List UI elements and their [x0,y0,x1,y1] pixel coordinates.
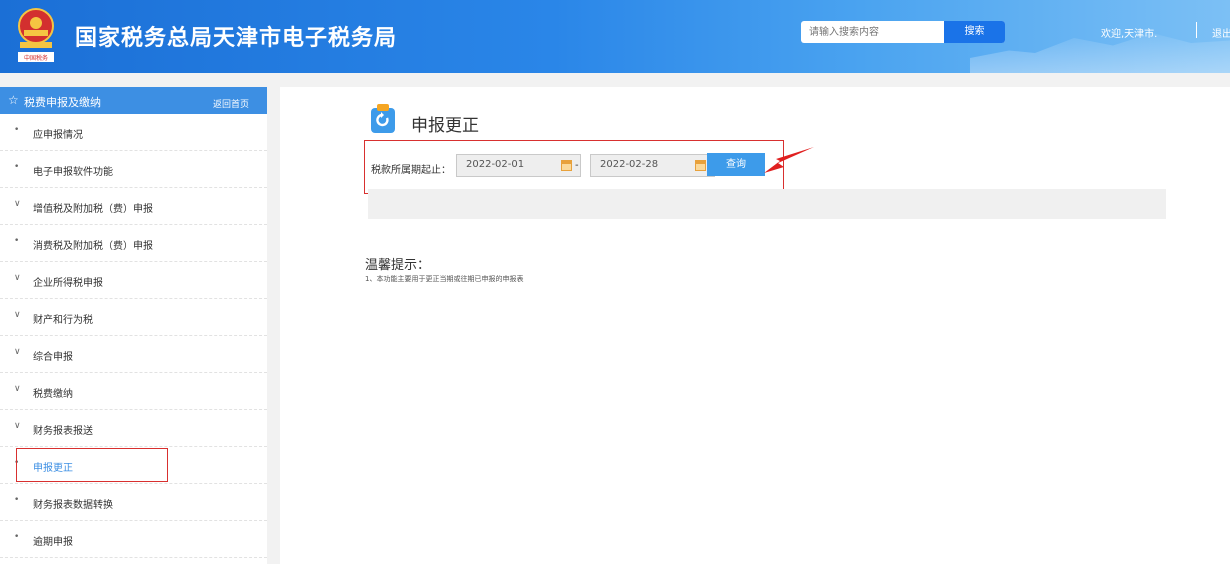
chevron-down-icon: ∨ [14,273,21,283]
sidebar-item-tax-payment[interactable]: ∨ 税费缴纳 [0,373,267,410]
clipboard-refresh-icon [371,104,395,133]
tax-emblem-logo: 中国税务 [18,8,54,62]
calendar-icon[interactable] [695,160,706,171]
sidebar-item-overdue-declaration[interactable]: • 逾期申报 [0,521,267,558]
query-form: 税款所属期起止： 2022-02-01 - 2022-02-28 查询 [364,140,784,194]
main-content: 申报更正 税款所属期起止： 2022-02-01 - 2022-02-28 查询… [280,87,1230,564]
sidebar-title: 税费申报及缴纳 [24,96,101,109]
bullet-icon: • [14,532,20,542]
chevron-down-icon: ∨ [14,421,21,431]
sidebar-item-corporate-income-tax[interactable]: ∨ 企业所得税申报 [0,262,267,299]
sidebar-item-label: 逾期申报 [33,537,73,548]
date-separator: - [575,160,579,171]
query-button[interactable]: 查询 [707,153,765,176]
emblem-caption: 中国税务 [24,54,48,62]
logout-link[interactable]: 退出 [1212,25,1230,40]
sidebar-header: ☆ 税费申报及缴纳 返回首页 [0,87,267,114]
sidebar-item-label: 综合申报 [33,352,73,363]
end-date-value: 2022-02-28 [600,159,659,170]
sidebar-item-declaration-status[interactable]: • 应申报情况 [0,114,267,151]
sidebar-item-label: 财务报表数据转换 [33,500,113,511]
bullet-icon: • [14,125,20,135]
sidebar-item-label: 增值税及附加税（费）申报 [33,204,153,215]
back-home-link[interactable]: 返回首页 [213,97,249,110]
highlight-box [16,448,168,482]
calendar-icon[interactable] [561,160,572,171]
page-title: 申报更正 [411,116,479,136]
period-label: 税款所属期起止： [371,165,451,176]
great-wall-decoration [970,33,1230,73]
sidebar-item-label: 电子申报软件功能 [33,167,113,178]
start-date-value: 2022-02-01 [466,159,525,170]
bullet-icon: • [14,162,20,172]
chevron-down-icon: ∨ [14,384,21,394]
sidebar-item-label: 消费税及附加税（费）申报 [33,241,153,252]
sidebar-item-label: 税费缴纳 [33,389,73,400]
search-button[interactable]: 搜索 [944,21,1005,43]
header-divider [1196,22,1197,38]
welcome-user-link[interactable]: 欢迎,天津市. [1101,25,1157,40]
top-header: 中国税务 国家税务总局天津市电子税务局 搜索 欢迎,天津市. 退出 [0,0,1230,73]
site-title: 国家税务总局天津市电子税务局 [75,26,398,51]
red-arrow-annotation [764,147,814,173]
sidebar-item-vat[interactable]: ∨ 增值税及附加税（费）申报 [0,188,267,225]
sidebar-item-property-behavior-tax[interactable]: ∨ 财产和行为税 [0,299,267,336]
sidebar-item-label: 应申报情况 [33,130,83,141]
sidebar-item-label: 企业所得税申报 [33,278,103,289]
tips-text: 1、本功能主要用于更正当期或往期已申报的申报表 [365,275,524,283]
sidebar-item-comprehensive[interactable]: ∨ 综合申报 [0,336,267,373]
search-box: 搜索 [801,21,1005,43]
sidebar-item-financial-reports[interactable]: ∨ 财务报表报送 [0,410,267,447]
bullet-icon: • [14,236,20,246]
sidebar: ☆ 税费申报及缴纳 返回首页 • 应申报情况 • 电子申报软件功能 ∨ 增值税及… [0,87,267,564]
sidebar-item-report-conversion[interactable]: • 财务报表数据转换 [0,484,267,521]
chevron-down-icon: ∨ [14,310,21,320]
start-date-input[interactable]: 2022-02-01 [456,154,581,177]
tips-title: 温馨提示： [365,258,431,273]
bullet-icon: • [14,495,20,505]
chevron-down-icon: ∨ [14,199,21,209]
sidebar-item-label: 财务报表报送 [33,426,93,437]
sidebar-item-software-function[interactable]: • 电子申报软件功能 [0,151,267,188]
results-area [368,189,1166,219]
search-input[interactable] [801,21,949,43]
end-date-input[interactable]: 2022-02-28 [590,154,715,177]
star-icon: ☆ [8,93,19,107]
sidebar-item-label: 财产和行为税 [33,315,93,326]
chevron-down-icon: ∨ [14,347,21,357]
sidebar-item-consumption-tax[interactable]: • 消费税及附加税（费）申报 [0,225,267,262]
